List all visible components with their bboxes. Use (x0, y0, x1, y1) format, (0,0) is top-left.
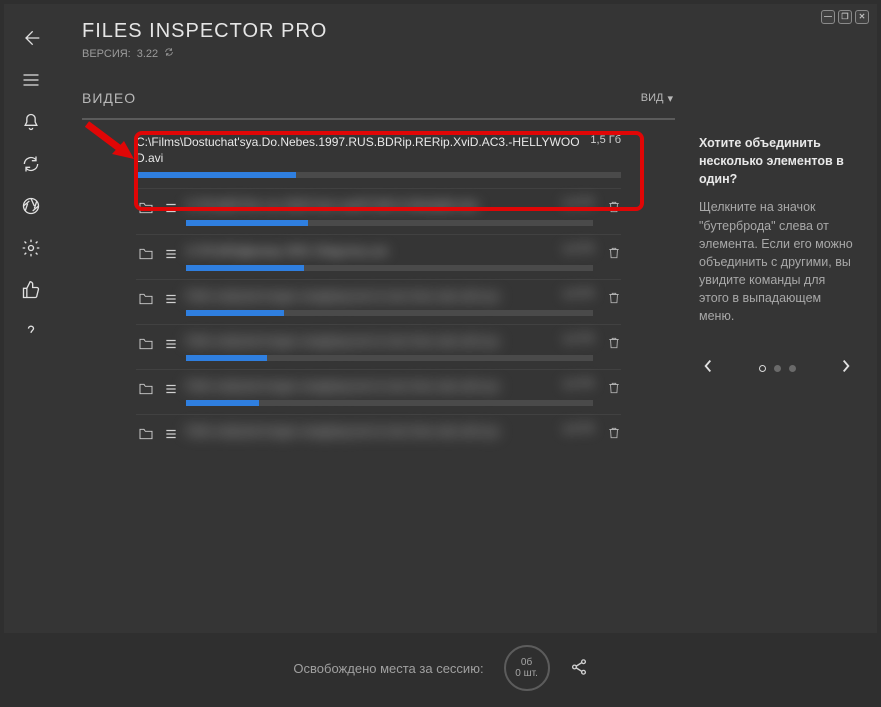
row-menu-icon[interactable] (164, 288, 178, 316)
tip-panel: Хотите объединить несколько элементов в … (687, 4, 877, 633)
file-path: Path redacted longer wrapping text to tw… (186, 378, 500, 394)
aperture-icon[interactable] (21, 196, 41, 216)
file-path: C:\FILMS\Джокер 2001 Shiguresu.avi (186, 243, 388, 259)
folder-icon[interactable] (136, 197, 156, 225)
maximize-button[interactable]: ❐ (838, 10, 852, 24)
file-size: 1,2 Гб (562, 333, 593, 349)
row-menu-icon[interactable] (164, 197, 178, 225)
file-path: Path redacted longer wrapping text to tw… (186, 423, 500, 439)
help-icon[interactable] (21, 322, 41, 342)
main-panel: FILES INSPECTOR PRO ВЕРСИЯ: 3.22 ВИДЕО В… (58, 4, 687, 633)
carousel-dot[interactable] (759, 365, 766, 372)
file-bar (186, 220, 593, 226)
trash-icon[interactable] (607, 425, 621, 447)
window-controls: — ❐ ✕ (821, 10, 869, 24)
file-row[interactable]: Path redacted longer wrapping text to tw… (136, 415, 621, 455)
close-button[interactable]: ✕ (855, 10, 869, 24)
session-size: 0б (521, 657, 532, 669)
file-row[interactable]: Path redacted longer wrapping text to tw… (136, 280, 621, 325)
file-size: 1,2 Гб (562, 378, 593, 394)
version-refresh-icon[interactable] (164, 47, 174, 60)
file-row[interactable]: Path redacted longer wrapping text to tw… (136, 370, 621, 415)
file-list: C:\Films\Dostuchat'sya.Do.Nebes.1997.RUS… (82, 118, 675, 633)
folder-icon[interactable] (136, 378, 156, 406)
folder-icon[interactable] (136, 423, 156, 447)
file-path: Path redacted longer wrapping text to tw… (186, 288, 500, 304)
app-title: FILES INSPECTOR PRO (82, 20, 675, 43)
carousel-next-icon[interactable] (841, 359, 851, 378)
session-count: 0 шт. (515, 668, 538, 680)
carousel-prev-icon[interactable] (703, 359, 713, 378)
trash-icon[interactable] (607, 380, 621, 406)
file-size: 1,3 Гб (562, 288, 593, 304)
footer-bar: Освобождено места за сессию: 0б 0 шт. (4, 633, 877, 703)
file-bar (186, 400, 593, 406)
tip-body: Щелкните на значок "бутерброда" слева от… (699, 198, 855, 325)
view-toggle-label: ВИД (641, 92, 664, 104)
file-path: C:\FILMS\The Lie 2020 from wwPC345 & Med… (186, 197, 479, 213)
tip-title: Хотите объединить несколько элементов в … (699, 134, 855, 188)
row-menu-icon[interactable] (164, 378, 178, 406)
file-row[interactable]: C:\Films\Dostuchat'sya.Do.Nebes.1997.RUS… (136, 126, 621, 189)
row-menu-icon[interactable] (164, 423, 178, 447)
file-size: 1,4 Гб (562, 243, 593, 259)
folder-icon[interactable] (136, 333, 156, 361)
session-counter: 0б 0 шт. (504, 645, 550, 691)
thumbs-up-icon[interactable] (21, 280, 41, 300)
trash-icon[interactable] (607, 245, 621, 271)
version-label: ВЕРСИЯ: (82, 48, 131, 60)
trash-icon[interactable] (607, 199, 621, 225)
version-value: 3.22 (137, 48, 158, 60)
footer-label: Освобождено места за сессию: (293, 661, 483, 676)
file-bar (186, 355, 593, 361)
bell-icon[interactable] (21, 112, 41, 132)
folder-icon[interactable] (136, 288, 156, 316)
file-row[interactable]: C:\FILMS\The Lie 2020 from wwPC345 & Med… (136, 189, 621, 234)
file-row[interactable]: Path redacted longer wrapping text to tw… (136, 325, 621, 370)
sidebar (4, 4, 58, 633)
file-bar (186, 265, 593, 271)
refresh-icon[interactable] (21, 154, 41, 174)
view-toggle[interactable]: ВИД ▾ (641, 92, 673, 105)
file-path: C:\Films\Dostuchat'sya.Do.Nebes.1997.RUS… (136, 134, 580, 166)
share-icon[interactable] (570, 658, 588, 679)
minimize-button[interactable]: — (821, 10, 835, 24)
tip-carousel (699, 359, 855, 378)
file-bar (136, 172, 621, 178)
file-bar (186, 310, 593, 316)
gear-icon[interactable] (21, 238, 41, 258)
carousel-dots (759, 365, 796, 372)
back-icon[interactable] (21, 28, 41, 48)
file-row[interactable]: C:\FILMS\Джокер 2001 Shiguresu.avi 1,4 Г… (136, 235, 621, 280)
file-size: 1,5 Гб (590, 134, 621, 166)
carousel-dot[interactable] (789, 365, 796, 372)
folder-icon[interactable] (136, 243, 156, 271)
chevron-down-icon: ▾ (667, 92, 673, 105)
trash-icon[interactable] (607, 335, 621, 361)
version-row: ВЕРСИЯ: 3.22 (82, 47, 675, 60)
file-size: 1,4 Гб (562, 197, 593, 213)
carousel-dot[interactable] (774, 365, 781, 372)
row-menu-icon[interactable] (164, 243, 178, 271)
file-path: Path redacted longer wrapping text to tw… (186, 333, 500, 349)
trash-icon[interactable] (607, 290, 621, 316)
row-menu-icon[interactable] (164, 333, 178, 361)
section-title: ВИДЕО (82, 90, 136, 106)
menu-icon[interactable] (21, 70, 41, 90)
file-size: 1,0 Гб (562, 423, 593, 439)
